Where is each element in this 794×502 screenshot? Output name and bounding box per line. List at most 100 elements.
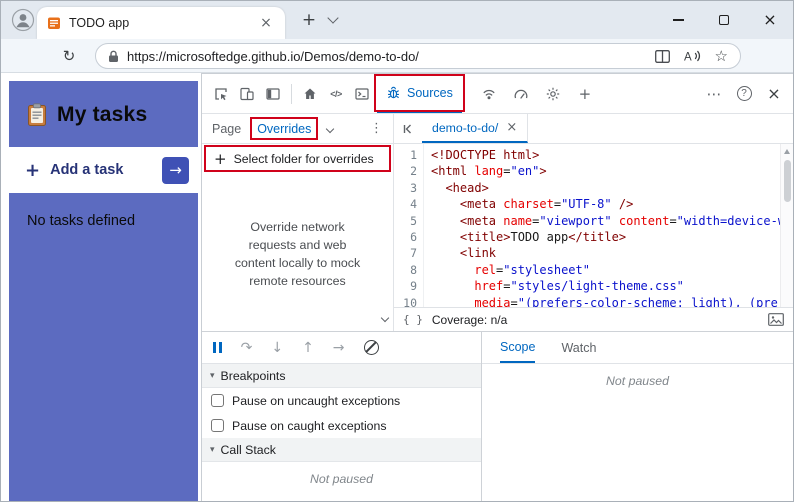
maximize-icon bbox=[719, 15, 729, 25]
step-icon[interactable]: → bbox=[333, 341, 345, 355]
deactivate-breakpoints-icon[interactable] bbox=[363, 340, 379, 355]
pause-uncaught-checkbox[interactable] bbox=[211, 394, 224, 407]
breakpoints-section-header[interactable]: ▾ Breakpoints bbox=[202, 364, 481, 388]
pause-script-icon[interactable] bbox=[213, 342, 222, 353]
call-stack-section-header[interactable]: ▾ Call Stack bbox=[202, 438, 481, 462]
tab-sources[interactable]: Sources bbox=[374, 74, 465, 113]
tab-network-icon[interactable] bbox=[476, 81, 502, 107]
breakpoints-label: Breakpoints bbox=[220, 368, 286, 383]
refresh-button[interactable]: ↻ bbox=[59, 46, 79, 66]
add-task-label: Add a task bbox=[50, 162, 124, 178]
code-lines[interactable]: <!DOCTYPE html> <html lang="en"> <head> <… bbox=[424, 144, 780, 307]
pause-uncaught-row: Pause on uncaught exceptions bbox=[202, 388, 481, 413]
code-editor: 1 2 3 4 5 6 7 8 9 10 <!DOCTYPE html> <html lang="e… bbox=[394, 144, 793, 310]
add-task-submit-icon[interactable]: → bbox=[162, 156, 189, 184]
editor-tab-demo-to-do[interactable]: demo-to-do/ × bbox=[422, 114, 529, 143]
pause-uncaught-label: Pause on uncaught exceptions bbox=[232, 393, 401, 408]
debugger-controls: ↷ ↓ ↑ → bbox=[202, 332, 481, 364]
browser-tab[interactable]: TODO app × bbox=[37, 7, 285, 39]
sidebar-tab-overrides[interactable]: Overrides bbox=[250, 116, 319, 140]
maximize-button[interactable] bbox=[701, 1, 747, 39]
new-tab-button[interactable]: + bbox=[299, 10, 319, 30]
tab-console-icon[interactable] bbox=[349, 81, 375, 107]
more-tabs-plus-icon[interactable]: + bbox=[572, 81, 598, 107]
step-over-icon[interactable]: ↷ bbox=[241, 341, 253, 355]
close-window-button[interactable]: × bbox=[747, 1, 793, 39]
overrides-description: Override network requests and web conten… bbox=[234, 220, 361, 288]
pause-caught-label: Pause on caught exceptions bbox=[232, 418, 387, 433]
browser-window: TODO app × + × ↻ https://microsoftedge.g… bbox=[0, 0, 794, 502]
bug-icon bbox=[386, 85, 401, 100]
scrollbar-thumb[interactable] bbox=[783, 160, 791, 202]
sidebar-tabs-chevron-icon[interactable] bbox=[326, 124, 335, 133]
media-image-icon[interactable] bbox=[768, 313, 784, 326]
tab-application-gear-icon[interactable] bbox=[540, 81, 566, 107]
url-text[interactable]: https://microsoftedge.github.io/Demos/de… bbox=[127, 49, 647, 64]
inspect-icon[interactable] bbox=[208, 81, 234, 107]
sidebar-more-options-icon[interactable]: ⋮ bbox=[370, 121, 383, 136]
tab-close-icon[interactable]: × bbox=[257, 14, 275, 32]
tab-performance-icon[interactable] bbox=[508, 81, 534, 107]
tab-watch[interactable]: Watch bbox=[561, 332, 596, 363]
minimize-icon bbox=[672, 19, 684, 21]
tab-elements-icon[interactable]: </> bbox=[323, 81, 349, 107]
editor-tab-label: demo-to-do/ bbox=[432, 120, 499, 135]
plus-icon: + bbox=[214, 149, 227, 168]
add-task-button[interactable]: + Add a task → bbox=[9, 147, 198, 193]
profile-avatar[interactable] bbox=[11, 8, 35, 32]
sources-panel-body: Page Overrides ⋮ + Select folder for ove… bbox=[202, 114, 793, 332]
device-emulation-icon[interactable] bbox=[234, 81, 260, 107]
devtools-toolbar: </> Sources + ⋯ ? × bbox=[202, 74, 793, 114]
read-aloud-icon[interactable]: A bbox=[684, 49, 701, 63]
tab-scope[interactable]: Scope bbox=[500, 332, 536, 363]
address-bar-actions: A ☆ bbox=[654, 47, 728, 65]
page-header: My tasks bbox=[9, 81, 198, 127]
empty-tasks-message: No tasks defined bbox=[27, 213, 136, 229]
toolbar-divider bbox=[291, 83, 292, 104]
scrollbar-up-arrow-icon[interactable] bbox=[784, 149, 790, 154]
favorites-star-icon[interactable]: ☆ bbox=[715, 47, 728, 65]
navigator-toggle-icon[interactable] bbox=[394, 114, 422, 143]
select-folder-for-overrides-button[interactable]: + Select folder for overrides bbox=[204, 145, 391, 172]
tab-title: TODO app bbox=[69, 16, 130, 30]
page-title: My tasks bbox=[57, 103, 148, 126]
plus-icon: + bbox=[25, 159, 41, 181]
toolbar-tab-icons: + bbox=[476, 81, 598, 107]
customize-devtools-icon[interactable]: ⋯ bbox=[701, 81, 727, 107]
step-out-icon[interactable]: ↑ bbox=[302, 341, 314, 355]
minimize-button[interactable] bbox=[655, 1, 701, 39]
devtools-panel: </> Sources + ⋯ ? × Page Overrides ⋮ + S… bbox=[201, 73, 793, 501]
address-toolbar: ↻ https://microsoftedge.github.io/Demos/… bbox=[1, 39, 793, 73]
sidebar-scroll-chevron-icon[interactable] bbox=[380, 308, 390, 326]
sources-sidebar: Page Overrides ⋮ + Select folder for ove… bbox=[202, 114, 394, 331]
line-numbers: 1 2 3 4 5 6 7 8 9 10 bbox=[394, 144, 424, 310]
person-icon bbox=[11, 8, 35, 32]
pause-caught-checkbox[interactable] bbox=[211, 419, 224, 432]
svg-text:A: A bbox=[684, 52, 692, 64]
pretty-print-icon[interactable]: { } bbox=[403, 313, 423, 326]
sources-tab-label: Sources bbox=[407, 85, 453, 100]
call-stack-label: Call Stack bbox=[220, 442, 276, 457]
editor-tab-close-icon[interactable]: × bbox=[506, 120, 517, 135]
close-devtools-icon[interactable]: × bbox=[761, 81, 787, 107]
window-controls: × bbox=[655, 1, 793, 39]
sidebar-tab-page[interactable]: Page bbox=[212, 122, 241, 136]
pause-caught-row: Pause on caught exceptions bbox=[202, 413, 481, 438]
help-icon[interactable]: ? bbox=[731, 81, 757, 107]
todo-app-panel: My tasks + Add a task → No tasks defined bbox=[9, 81, 198, 501]
editor-scrollbar[interactable] bbox=[780, 144, 793, 307]
scope-pane: Scope Watch Not paused bbox=[482, 332, 793, 501]
sources-editor: demo-to-do/ × 1 2 3 4 5 6 7 8 9 10 <!DOCTYPE html… bbox=[394, 114, 793, 331]
step-into-icon[interactable]: ↓ bbox=[271, 341, 283, 355]
debugger-drawer: ↷ ↓ ↑ → ▾ Breakpoints Pause on uncaught … bbox=[202, 332, 793, 501]
tab-welcome-home-icon[interactable] bbox=[297, 81, 323, 107]
close-icon: × bbox=[763, 10, 777, 29]
tab-list-chevron-icon[interactable] bbox=[327, 12, 339, 24]
coverage-label: Coverage: n/a bbox=[431, 312, 508, 327]
dock-panel-icon[interactable] bbox=[260, 81, 286, 107]
coverage-statusbar: { } Coverage: n/a bbox=[394, 307, 793, 331]
collapse-caret-icon: ▾ bbox=[210, 444, 215, 455]
help-glyph: ? bbox=[736, 86, 752, 101]
split-screen-icon[interactable] bbox=[654, 49, 670, 63]
address-bar[interactable]: https://microsoftedge.github.io/Demos/de… bbox=[95, 43, 741, 69]
